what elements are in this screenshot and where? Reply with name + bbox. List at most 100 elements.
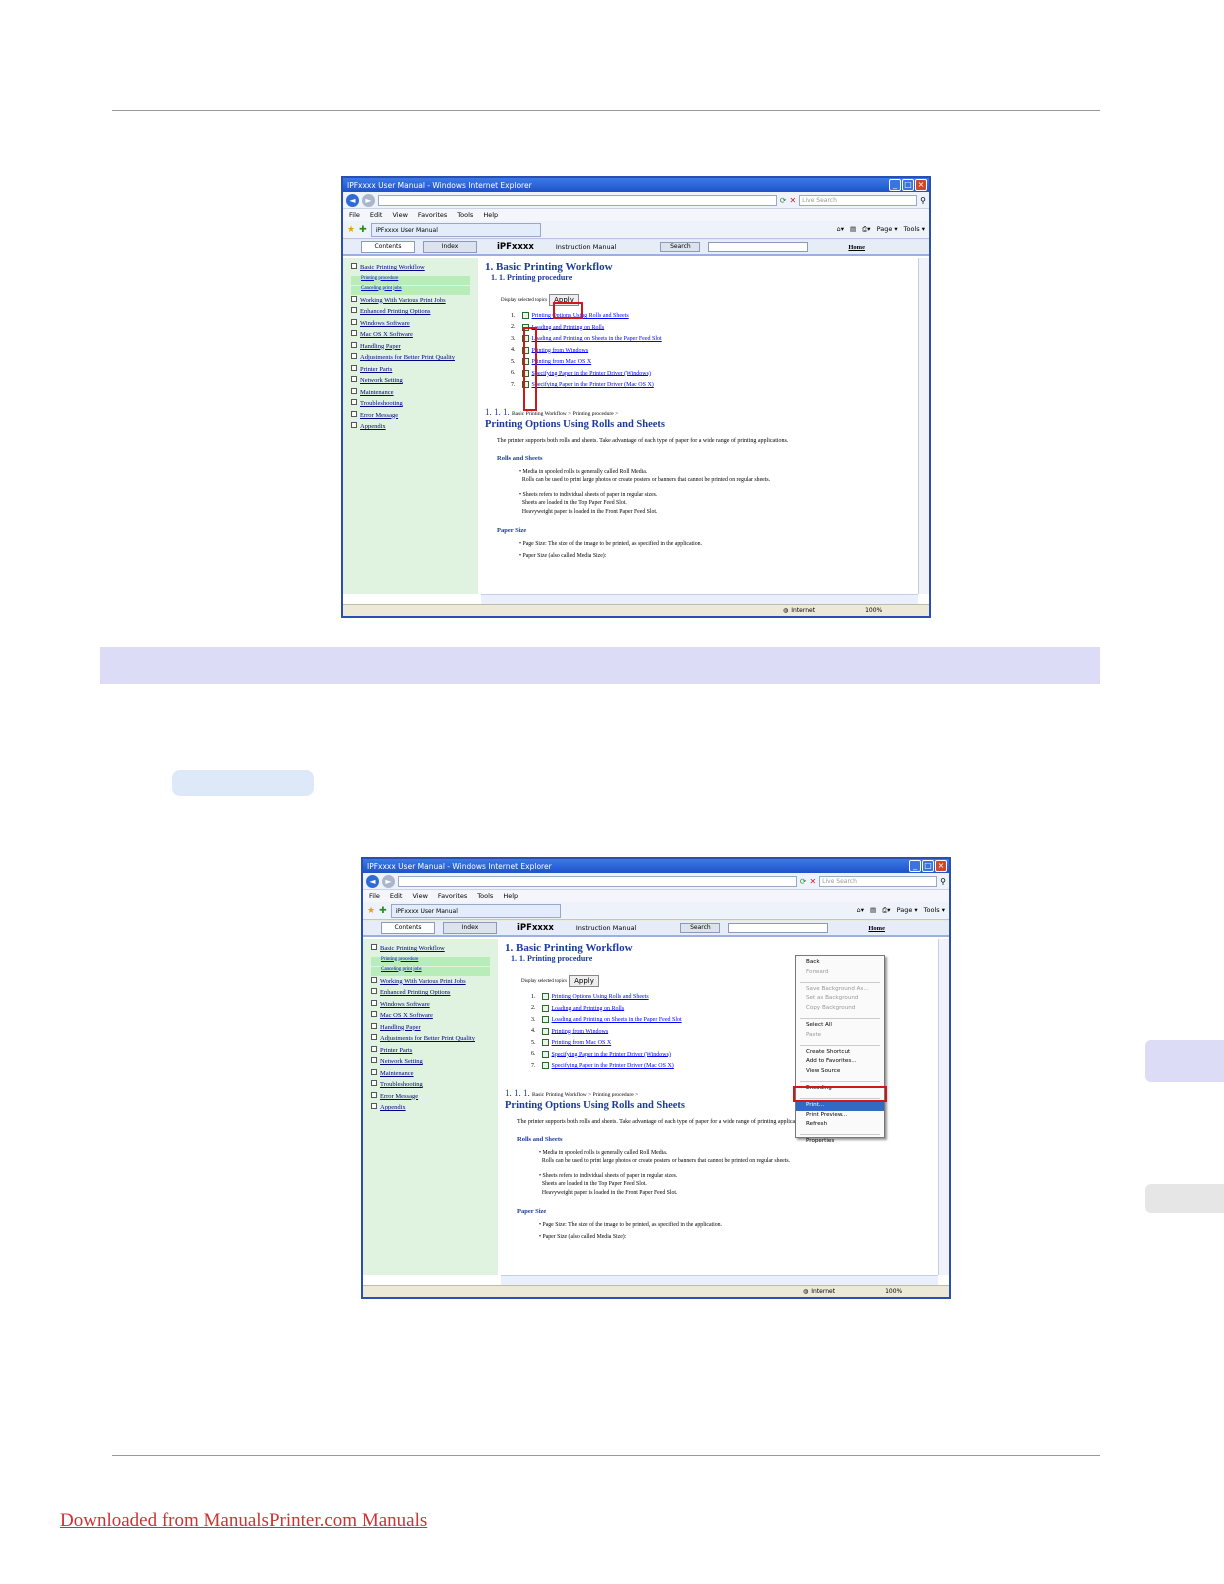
back-button[interactable]: ◄ xyxy=(346,193,359,207)
topic-checkbox[interactable] xyxy=(541,993,549,1000)
toc-item[interactable]: Mac OS X Software xyxy=(351,330,470,342)
expand-icon[interactable] xyxy=(371,1091,377,1098)
back-button[interactable]: ◄ xyxy=(366,874,379,888)
context-menu-item[interactable]: Save Background As... xyxy=(796,985,884,995)
toc-subitem[interactable]: Canceling print jobs xyxy=(351,285,470,295)
expand-icon[interactable] xyxy=(351,263,357,269)
help-search-input[interactable] xyxy=(728,923,829,933)
toc-subitem[interactable]: Printing procedure xyxy=(351,275,470,285)
toc-item[interactable]: Troubleshooting xyxy=(351,399,470,411)
toc-subitem[interactable]: Printing procedure xyxy=(371,956,490,966)
page-menu[interactable]: Page ▾ xyxy=(877,225,898,234)
page-tab[interactable]: iPFxxxx User Manual xyxy=(390,903,561,918)
topic-link[interactable]: Loading and Printing on Sheets in the Pa… xyxy=(532,336,662,342)
tools-menu[interactable]: Tools ▾ xyxy=(924,906,945,915)
expand-icon[interactable] xyxy=(351,399,357,405)
toc-item[interactable]: Mac OS X Software xyxy=(371,1011,490,1023)
context-menu-item[interactable]: View Source xyxy=(796,1067,884,1077)
home-link[interactable]: Home xyxy=(848,244,865,251)
toc-item[interactable]: Windows Software xyxy=(351,318,470,331)
close-button[interactable]: × xyxy=(935,860,947,872)
print-icon[interactable]: ⎙▾ xyxy=(882,906,890,915)
minimize-button[interactable]: _ xyxy=(909,860,921,872)
toc-item[interactable]: Appendix xyxy=(371,1103,490,1115)
expand-icon[interactable] xyxy=(351,307,357,313)
search-button[interactable]: Search xyxy=(660,242,701,252)
menu-item[interactable]: Help xyxy=(483,211,498,219)
context-menu-item[interactable]: Print... xyxy=(796,1100,884,1111)
feeds-icon[interactable]: ▤ xyxy=(870,906,876,915)
toc-item[interactable]: Handling Paper xyxy=(351,341,470,354)
search-icon[interactable]: ⚲ xyxy=(940,877,946,886)
page-tab[interactable]: iPFxxxx User Manual xyxy=(370,222,541,237)
toc-item[interactable]: Working With Various Print Jobs xyxy=(371,976,490,989)
favorites-star-icon[interactable]: ★ xyxy=(347,225,355,235)
minimize-button[interactable]: _ xyxy=(889,179,901,191)
menu-item[interactable]: File xyxy=(369,892,380,900)
toc-item[interactable]: Windows Software xyxy=(371,999,490,1012)
menu-item[interactable]: View xyxy=(412,892,427,900)
menu-item[interactable]: Favorites xyxy=(438,892,467,900)
expand-icon[interactable] xyxy=(351,353,357,359)
toc-item[interactable]: Adjustments for Better Print Quality xyxy=(371,1034,490,1046)
topic-checkbox[interactable] xyxy=(541,1016,549,1023)
topic-link[interactable]: Specifying Paper in the Printer Driver (… xyxy=(552,1051,671,1057)
expand-icon[interactable] xyxy=(351,376,357,382)
refresh-icon[interactable]: ⟳ xyxy=(800,877,807,886)
vertical-scrollbar[interactable] xyxy=(938,939,949,1275)
expand-icon[interactable] xyxy=(371,1103,377,1109)
context-menu-item[interactable]: Print Preview... xyxy=(796,1111,884,1121)
add-favorites-icon[interactable]: ✚ xyxy=(379,906,387,916)
live-search-input[interactable]: Live Search xyxy=(819,875,938,887)
help-search-input[interactable] xyxy=(708,242,809,252)
vertical-scrollbar[interactable] xyxy=(918,258,929,594)
menu-item[interactable]: Edit xyxy=(390,892,403,900)
page-menu[interactable]: Page ▾ xyxy=(897,906,918,915)
toc-subitem[interactable]: Canceling print jobs xyxy=(371,966,490,976)
toc-item[interactable]: Maintenance xyxy=(371,1068,490,1081)
tab-contents[interactable]: Contents xyxy=(381,922,435,934)
menu-item[interactable]: Edit xyxy=(370,211,383,219)
favorites-star-icon[interactable]: ★ xyxy=(367,906,375,916)
context-menu-item[interactable]: Forward xyxy=(796,968,884,978)
expand-icon[interactable] xyxy=(371,1080,377,1086)
topic-checkbox[interactable] xyxy=(521,312,529,319)
maximize-button[interactable]: □ xyxy=(902,179,914,191)
feeds-icon[interactable]: ▤ xyxy=(850,225,856,234)
toc-item[interactable]: Adjustments for Better Print Quality xyxy=(351,353,470,365)
toc-item[interactable]: Enhanced Printing Options xyxy=(351,307,470,319)
toc-item[interactable]: Printer Parts xyxy=(371,1045,490,1058)
expand-icon[interactable] xyxy=(351,410,357,417)
topic-link[interactable]: Printing from Windows xyxy=(532,347,589,353)
tab-contents[interactable]: Contents xyxy=(361,241,415,253)
topic-link[interactable]: Specifying Paper in the Printer Driver (… xyxy=(532,370,651,376)
expand-icon[interactable] xyxy=(351,387,357,394)
home-icon[interactable]: ⌂▾ xyxy=(837,225,844,234)
download-link[interactable]: Downloaded from ManualsPrinter.com Manua… xyxy=(60,1510,427,1532)
tools-menu[interactable]: Tools ▾ xyxy=(904,225,925,234)
expand-icon[interactable] xyxy=(371,1022,377,1029)
search-icon[interactable]: ⚲ xyxy=(920,196,926,205)
expand-icon[interactable] xyxy=(351,422,357,428)
expand-icon[interactable] xyxy=(351,341,357,348)
context-menu-item[interactable]: Back xyxy=(796,958,884,968)
expand-icon[interactable] xyxy=(371,944,377,950)
zoom-label[interactable]: 100% xyxy=(885,1288,902,1295)
menu-item[interactable]: Favorites xyxy=(418,211,447,219)
context-menu-item[interactable]: Properties xyxy=(796,1137,884,1147)
home-icon[interactable]: ⌂▾ xyxy=(857,906,864,915)
tab-index[interactable]: Index xyxy=(443,922,497,934)
horizontal-scrollbar[interactable] xyxy=(501,1275,938,1285)
context-menu-item[interactable]: Paste xyxy=(796,1031,884,1041)
address-input[interactable] xyxy=(398,875,797,887)
toc-item[interactable]: Error Message xyxy=(351,410,470,423)
toc-item[interactable]: Working With Various Print Jobs xyxy=(351,295,470,308)
topic-checkbox[interactable] xyxy=(541,1004,549,1012)
toc-item[interactable]: Troubleshooting xyxy=(371,1080,490,1092)
expand-icon[interactable] xyxy=(371,1045,377,1052)
topic-link[interactable]: Specifying Paper in the Printer Driver (… xyxy=(552,1063,674,1069)
tab-index[interactable]: Index xyxy=(423,241,477,253)
expand-icon[interactable] xyxy=(351,318,357,325)
expand-icon[interactable] xyxy=(351,295,357,302)
menu-item[interactable]: Tools xyxy=(477,892,493,900)
